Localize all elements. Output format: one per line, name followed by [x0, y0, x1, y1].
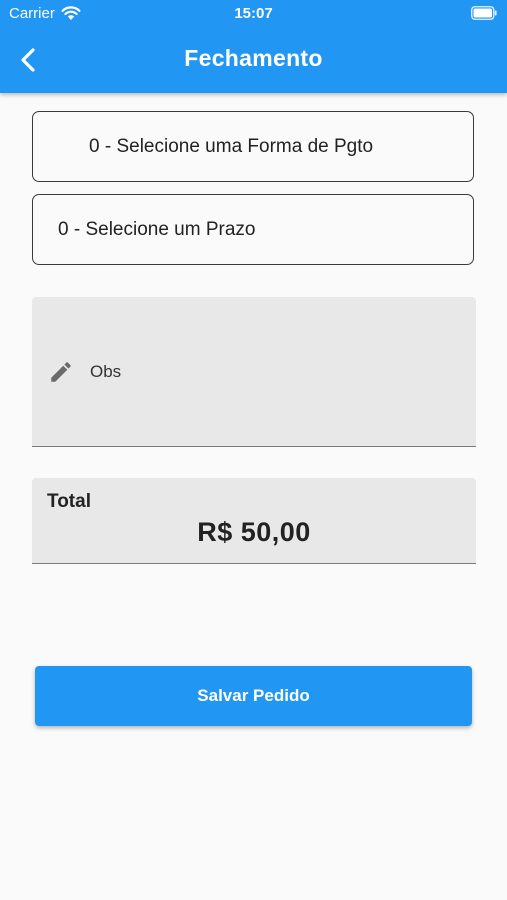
pencil-icon — [51, 362, 71, 382]
payment-term-select[interactable]: 0 - Selecione um Prazo — [32, 194, 474, 265]
page-title: Fechamento — [184, 45, 323, 71]
payment-method-value: 0 - Selecione uma Forma de Pgto — [89, 136, 374, 157]
save-order-button[interactable]: Salvar Pedido — [35, 666, 472, 726]
payment-term-value: 0 - Selecione um Prazo — [58, 219, 256, 240]
total-box: Total R$ 50,00 — [32, 478, 476, 564]
obs-label: Obs — [90, 362, 122, 381]
obs-field[interactable]: Obs — [32, 297, 476, 447]
status-time: 15:07 — [234, 5, 273, 22]
app-bar: Carrier 15:07 Fechamento — [0, 0, 507, 93]
save-order-label: Salvar Pedido — [197, 686, 310, 705]
status-bar: Carrier 15:07 — [0, 0, 507, 28]
total-label: Total — [47, 491, 91, 512]
battery-icon — [471, 6, 497, 20]
payment-method-select[interactable]: 0 - Selecione uma Forma de Pgto — [32, 111, 474, 182]
total-value: R$ 50,00 — [197, 517, 311, 547]
